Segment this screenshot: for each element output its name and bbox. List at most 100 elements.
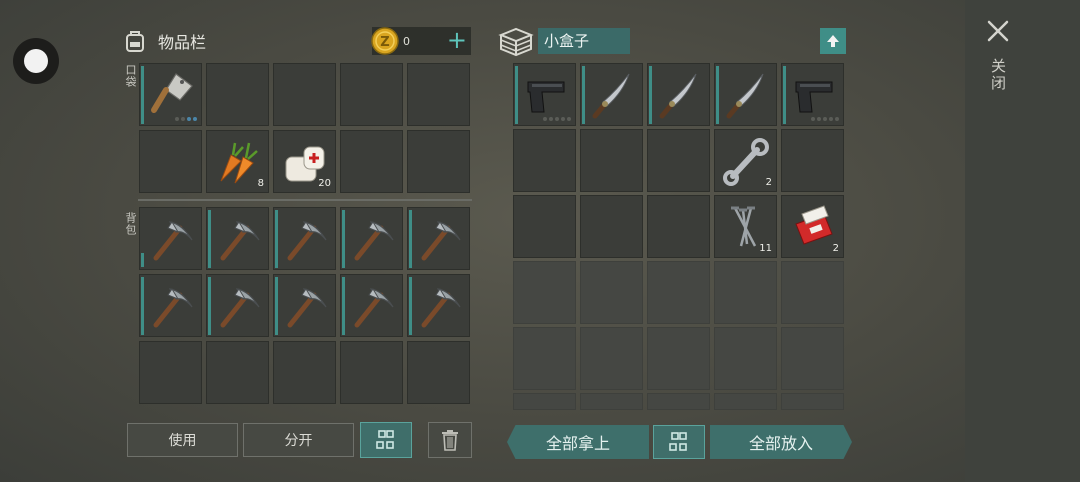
pocket-slot[interactable] [340,130,403,193]
durability-bar [515,66,518,124]
container-slot[interactable]: 2 [714,129,777,192]
backpack-slot[interactable] [206,207,269,270]
section-divider [138,199,472,201]
container-slot[interactable] [580,195,643,258]
container-slot[interactable] [647,327,710,390]
container-slot[interactable] [781,129,844,192]
container-slot[interactable] [781,393,844,410]
pistol-icon [795,81,833,113]
container-slot[interactable] [714,327,777,390]
durability-bar [342,210,345,268]
container-slot[interactable] [781,261,844,324]
container-slot[interactable] [580,129,643,192]
pocket-slot[interactable] [407,130,470,193]
pickaxe-icon [153,288,193,328]
inventory-header: 物品栏 [122,26,206,56]
container-slot[interactable] [513,63,576,126]
trash-button[interactable] [428,422,472,458]
backpack-slot[interactable] [139,207,202,270]
container-slot[interactable] [714,393,777,410]
pickaxe-icon [220,221,260,261]
backpack-slot[interactable] [139,274,202,337]
item-quantity: 20 [318,178,331,189]
durability-bar [342,277,345,335]
backpack-slot[interactable] [340,207,403,270]
side-panel [965,0,1080,482]
container-slot[interactable] [714,261,777,324]
pickaxe-icon [220,288,260,328]
pocket-slot[interactable] [206,63,269,126]
durability-bar [141,277,144,335]
container-slot[interactable] [647,63,710,126]
backpack-slot[interactable] [273,274,336,337]
trash-icon [442,430,458,451]
item-quantity: 11 [759,243,772,254]
container-slot[interactable] [513,393,576,410]
floating-home-button[interactable] [13,38,59,84]
svg-text:Z: Z [380,35,389,50]
sort-inventory-button[interactable] [360,422,412,458]
container-slot[interactable] [781,327,844,390]
container-slot[interactable]: 2 [781,195,844,258]
container-slot[interactable] [513,261,576,324]
pocket-slot[interactable] [139,63,202,126]
use-button[interactable]: 使用 [127,423,238,457]
pocket-slot[interactable]: 8 [206,130,269,193]
upgrade-button[interactable] [820,28,846,54]
durability-bar [208,210,211,268]
put-all-button[interactable]: 全部放入 [710,425,852,459]
container-slot[interactable]: 11 [714,195,777,258]
coin-count: 0 [403,34,410,48]
container-slot[interactable] [513,327,576,390]
sort-container-button[interactable] [653,425,705,459]
carrot-icon [220,142,258,184]
box-icon [498,27,534,57]
container-slot[interactable] [647,129,710,192]
container-slot[interactable] [714,63,777,126]
container-slot[interactable] [513,129,576,192]
container-slot[interactable] [580,63,643,126]
backpack-slot[interactable] [206,274,269,337]
pocket-slot[interactable] [407,63,470,126]
backpack-slot[interactable] [407,341,470,404]
sort-grid-icon [376,430,394,449]
close-label[interactable]: 关闭 [989,58,1009,92]
backpack-slot[interactable] [273,207,336,270]
backpack-slot[interactable] [206,341,269,404]
machete-icon [726,73,764,119]
pocket-slot[interactable] [273,63,336,126]
durability-bar [409,277,412,335]
backpack-slot[interactable] [407,274,470,337]
container-slot[interactable] [647,261,710,324]
add-coins-button[interactable]: + [447,28,467,52]
durability-bar [275,277,278,335]
wrench-icon [723,138,769,186]
container-slot[interactable] [580,261,643,324]
pocket-slot[interactable]: 20 [273,130,336,193]
durability-bar [208,277,211,335]
container-name: 小盒子 [538,28,630,54]
backpack-slot[interactable] [139,341,202,404]
split-button[interactable]: 分开 [243,423,354,457]
attachment-dots [543,117,571,121]
container-slot[interactable] [580,393,643,410]
container-slot[interactable] [781,63,844,126]
backpack-slot[interactable] [273,341,336,404]
take-all-button[interactable]: 全部拿上 [507,425,649,459]
container-slot[interactable] [647,195,710,258]
container-slot[interactable] [513,195,576,258]
pocket-slot[interactable] [340,63,403,126]
backpack-icon [126,31,144,52]
machete-icon [659,73,697,119]
arrow-up-icon [827,35,839,47]
backpack-slot[interactable] [340,274,403,337]
backpack-slot[interactable] [340,341,403,404]
container-slot[interactable] [580,327,643,390]
durability-bar [716,66,719,124]
durability-bar [141,66,144,124]
backpack-slot[interactable] [407,207,470,270]
container-slot[interactable] [647,393,710,410]
attachment-dots [175,117,197,121]
pocket-slot[interactable] [139,130,202,193]
close-icon[interactable] [985,18,1011,44]
